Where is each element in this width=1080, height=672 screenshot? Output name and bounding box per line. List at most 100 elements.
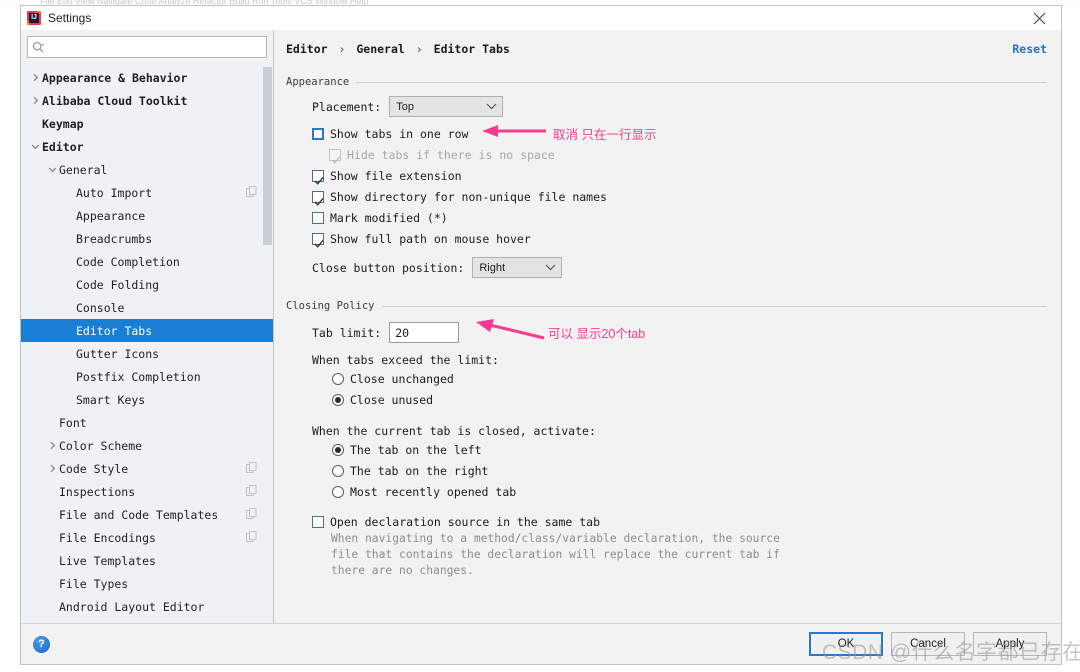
sidebar-item-font[interactable]: Font [21,411,273,434]
sidebar-item-label: Live Templates [59,553,156,568]
chevron-down-icon[interactable] [29,142,42,151]
radio-row-close-unused[interactable]: Close unused [332,389,1047,410]
sidebar-item-breadcrumbs[interactable]: Breadcrumbs [21,227,273,250]
settings-tree[interactable]: Appearance & Behavior Alibaba Cloud Toolk… [21,63,273,623]
chevron-right-icon[interactable] [46,441,59,450]
radio-row-close-unchanged[interactable]: Close unchanged [332,368,1047,389]
checkbox-row-show-tabs-in-one-row[interactable]: Show tabs in one row [312,123,1047,144]
sidebar-item-auto-import[interactable]: Auto Import [21,181,273,204]
sidebar-item-keymap[interactable]: Keymap [21,112,273,135]
sidebar-item-postfix-completion[interactable]: Postfix Completion [21,365,273,388]
placement-row: Placement: Top [312,96,1047,117]
copy-settings-icon[interactable] [246,484,257,499]
chevron-right-icon[interactable] [29,96,42,105]
intellij-idea-icon: IJ [27,11,41,25]
tab-limit-input[interactable] [389,322,460,343]
checkbox-show-full-path-on-mouse-hover[interactable] [312,232,324,248]
checkbox-show-tabs-in-one-row[interactable] [312,127,324,140]
sidebar-item-label: General [59,162,108,177]
sidebar-item-appearance-behavior[interactable]: Appearance & Behavior [21,66,273,89]
chevron-right-icon[interactable] [46,464,59,473]
copy-settings-icon[interactable] [246,530,257,545]
radio-dot [335,396,341,403]
sidebar-item-code-folding[interactable]: Code Folding [21,273,273,296]
sidebar-item-alibaba-cloud-toolkit[interactable]: Alibaba Cloud Toolkit [21,89,273,112]
close-button-position-label: Close button position: [312,260,465,275]
description-line: When navigating to a method/class/variab… [331,532,780,545]
group-divider [356,81,1047,83]
sidebar-item-code-completion[interactable]: Code Completion [21,250,273,273]
radio-most-recently-opened-tab[interactable] [332,485,344,498]
sidebar-item-console[interactable]: Console [21,296,273,319]
radio-row-the-tab-on-the-right[interactable]: The tab on the right [332,460,1047,481]
breadcrumb-separator: › [338,42,346,56]
radio-row-the-tab-on-the-left[interactable]: The tab on the left [332,439,1047,460]
checkbox-hide-tabs-if-there-is-no-space[interactable] [329,148,341,164]
sidebar-item-live-templates[interactable]: Live Templates [21,549,273,572]
sidebar-scrollbar[interactable] [263,67,272,245]
copy-settings-icon[interactable] [246,507,257,522]
closing-policy-rows: Tab limit: When tabs exceed the limit: C… [286,322,1047,579]
sidebar-item-label: Keymap [42,116,84,131]
open-declaration-row[interactable]: Open declaration source in the same tab [312,515,1047,529]
close-button-position-select[interactable]: Right [472,257,563,278]
sidebar-item-file-encodings[interactable]: File Encodings [21,526,273,549]
sidebar-item-general[interactable]: General [21,158,273,181]
sidebar-item-color-scheme[interactable]: Color Scheme [21,434,273,457]
copy-settings-icon[interactable] [246,461,257,476]
radio-close-unused[interactable] [332,393,344,406]
settings-content: Appearance Placement: Top Show tabs in o… [274,56,1061,579]
sidebar-item-label: Gutter Icons [76,346,160,361]
checkbox-label: Show file extension [330,168,462,183]
search-box[interactable] [27,36,267,58]
sidebar-item-file-and-code-templates[interactable]: File and Code Templates [21,503,273,526]
sidebar-item-label: Smart Keys [76,392,146,407]
checkbox-show-directory-for-non-unique-file-names[interactable] [312,190,324,206]
sidebar-item-label: Breadcrumbs [76,231,153,246]
reset-link[interactable]: Reset [1012,42,1047,56]
sidebar-item-code-style[interactable]: Code Style [21,457,273,480]
search-input[interactable] [48,40,262,54]
radio-the-tab-on-the-left[interactable] [332,443,344,456]
checkbox-row-hide-tabs-if-there-is-no-space[interactable]: Hide tabs if there is no space [312,144,1047,165]
closing-policy-group-title: Closing Policy [286,300,375,312]
ok-button[interactable]: OK [809,632,883,656]
checkbox-row-show-directory-for-non-unique-file-names[interactable]: Show directory for non-unique file names [312,186,1047,207]
radio-close-unchanged[interactable] [332,372,344,385]
chevron-right-icon[interactable] [29,73,42,82]
checkbox-row-mark-modified[interactable]: Mark modified (*) [312,207,1047,228]
radio-the-tab-on-the-right[interactable] [332,464,344,477]
dialog-footer: ? OK Cancel Apply [21,623,1061,664]
copy-settings-icon[interactable] [246,185,257,200]
checkbox-show-file-extension[interactable] [312,169,324,185]
sidebar-item-inspections[interactable]: Inspections [21,480,273,503]
open-declaration-checkbox[interactable] [312,516,324,528]
sidebar-item-smart-keys[interactable]: Smart Keys [21,388,273,411]
breadcrumb-part-1[interactable]: General [356,42,404,56]
sidebar-item-editor[interactable]: Editor [21,135,273,158]
sidebar-item-editor-tabs[interactable]: Editor Tabs [21,319,273,342]
sidebar-item-android-layout-editor[interactable]: Android Layout Editor [21,595,273,618]
description-line: file that contains the declaration will … [331,548,780,561]
annotation-arrow-1 [482,125,546,137]
sidebar-item-file-types[interactable]: File Types [21,572,273,595]
radio-row-most-recently-opened-tab[interactable]: Most recently opened tab [332,481,1047,502]
check-icon [331,150,341,169]
exceed-limit-label: When tabs exceed the limit: [312,353,499,367]
apply-button[interactable]: Apply [973,632,1047,656]
help-question-icon[interactable]: ? [33,635,50,653]
checkbox-row-show-full-path-on-mouse-hover[interactable]: Show full path on mouse hover [312,228,1047,249]
chevron-down-icon[interactable] [46,165,59,174]
close-icon[interactable] [1017,6,1061,30]
placement-select[interactable]: Top [389,96,504,117]
sidebar-item-gutter-icons[interactable]: Gutter Icons [21,342,273,365]
checkbox-row-show-file-extension[interactable]: Show file extension [312,165,1047,186]
activate-label: When the current tab is closed, activate… [312,424,596,438]
checkbox-label: Mark modified (*) [330,210,448,225]
sidebar-item-label: Android Layout Editor [59,599,205,614]
checkbox-mark-modified[interactable] [312,211,324,224]
group-divider [381,305,1047,307]
sidebar-item-appearance[interactable]: Appearance [21,204,273,227]
cancel-button[interactable]: Cancel [891,632,965,656]
breadcrumb-part-0[interactable]: Editor [286,42,328,56]
